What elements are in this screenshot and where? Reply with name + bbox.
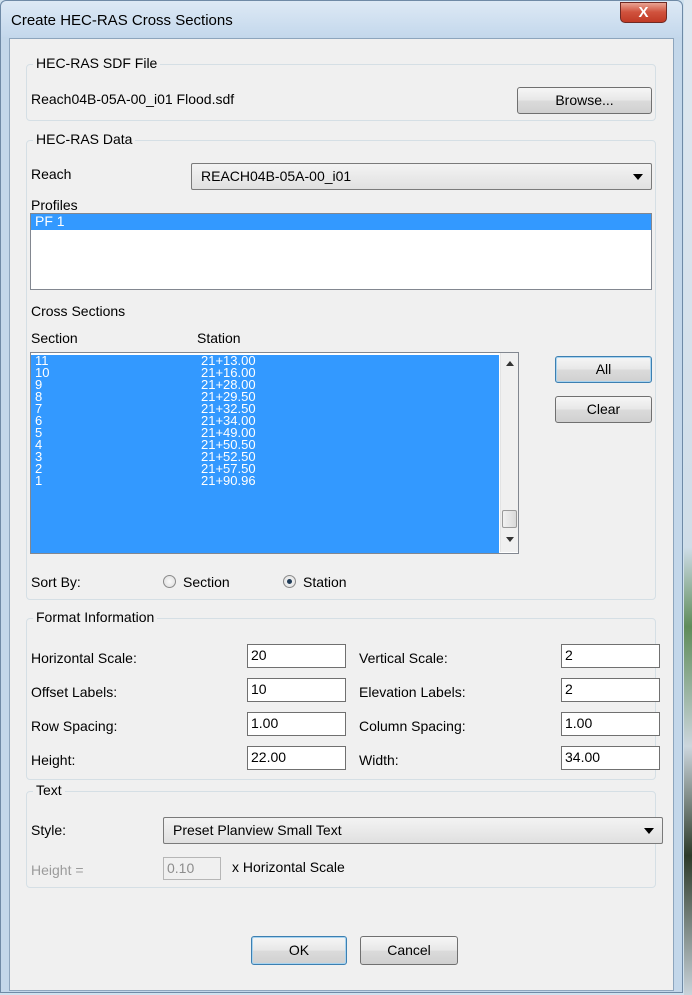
- column-header-section: Section: [31, 330, 78, 346]
- browse-button[interactable]: Browse...: [517, 87, 652, 114]
- sdf-filename: Reach04B-05A-00_i01 Flood.sdf: [31, 91, 235, 107]
- sort-section-radio[interactable]: [163, 575, 176, 588]
- select-all-button[interactable]: All: [555, 356, 652, 383]
- horizontal-scale-input[interactable]: 20: [247, 644, 346, 668]
- table-row[interactable]: 9 21+28.00: [31, 378, 499, 391]
- sort-station-radio[interactable]: [283, 575, 296, 588]
- width-input[interactable]: 34.00: [561, 746, 660, 770]
- table-row[interactable]: 3 21+52.50: [31, 450, 499, 463]
- column-spacing-input[interactable]: 1.00: [561, 712, 660, 736]
- window-title: Create HEC-RAS Cross Sections: [11, 12, 233, 29]
- table-row[interactable]: 11 21+13.00: [31, 354, 499, 367]
- offset-labels-label: Offset Labels:: [31, 684, 118, 700]
- cancel-button[interactable]: Cancel: [360, 936, 458, 965]
- height-label: Height:: [31, 752, 76, 768]
- horizontal-scale-label: Horizontal Scale:: [31, 650, 137, 666]
- row-spacing-label: Row Spacing:: [31, 718, 118, 734]
- scroll-thumb[interactable]: [502, 510, 517, 528]
- table-row[interactable]: 5 21+49.00: [31, 426, 499, 439]
- profile-name: PF 1: [35, 213, 65, 229]
- profiles-label: Profiles: [31, 197, 78, 213]
- list-selection-fill: [31, 487, 499, 553]
- width-label: Width:: [359, 752, 399, 768]
- table-row[interactable]: 6 21+34.00: [31, 414, 499, 427]
- table-row[interactable]: 4 21+50.50: [31, 438, 499, 451]
- row-spacing-input[interactable]: 1.00: [247, 712, 346, 736]
- title-bar[interactable]: Create HEC-RAS Cross Sections X: [1, 1, 682, 37]
- cross-sections-label: Cross Sections: [31, 303, 126, 319]
- table-row[interactable]: 1 21+90.96: [31, 474, 499, 487]
- table-row[interactable]: 8 21+29.50: [31, 390, 499, 403]
- sort-section-label[interactable]: Section: [183, 574, 230, 590]
- column-spacing-label: Column Spacing:: [359, 718, 466, 734]
- table-row[interactable]: 10 21+16.00: [31, 366, 499, 379]
- style-dropdown[interactable]: Preset Planview Small Text: [163, 817, 663, 844]
- reach-dropdown[interactable]: REACH04B-05A-00_i01: [191, 163, 652, 190]
- text-height-label: Height =: [31, 862, 84, 878]
- text-height-input[interactable]: 0.10: [163, 857, 221, 880]
- vertical-scale-label: Vertical Scale:: [359, 650, 448, 666]
- column-header-station: Station: [197, 330, 241, 346]
- close-button[interactable]: X: [620, 2, 667, 23]
- sort-station-label[interactable]: Station: [303, 574, 347, 590]
- vertical-scale-input[interactable]: 2: [561, 644, 660, 668]
- elevation-labels-input[interactable]: 2: [561, 678, 660, 702]
- table-row[interactable]: 7 21+32.50: [31, 402, 499, 415]
- style-label: Style:: [31, 822, 67, 838]
- cross-sections-listbox[interactable]: 11 21+13.00 10 21+16.00 9 21+28.00 8 21+29.5…: [30, 352, 519, 554]
- text-height-suffix: x Horizontal Scale: [232, 859, 345, 875]
- dialog-client-area: HEC-RAS SDF File Reach04B-05A-00_i01 Flo…: [9, 38, 674, 991]
- close-icon: X: [638, 4, 649, 21]
- scroll-up-arrow-icon[interactable]: [506, 361, 514, 366]
- sort-by-label: Sort By:: [31, 574, 81, 590]
- reach-label: Reach: [31, 166, 72, 182]
- format-information-legend: Format Information: [33, 609, 158, 625]
- clear-button[interactable]: Clear: [555, 396, 652, 423]
- table-row[interactable]: 2 21+57.50: [31, 462, 499, 475]
- desktop-background-strip: [684, 0, 692, 995]
- text-legend: Text: [33, 782, 65, 798]
- elevation-labels-label: Elevation Labels:: [359, 684, 466, 700]
- list-item[interactable]: PF 1: [31, 214, 651, 230]
- chevron-down-icon: [633, 174, 643, 180]
- dialog-window: Create HEC-RAS Cross Sections X HEC-RAS …: [0, 0, 683, 993]
- reach-value: REACH04B-05A-00_i01: [201, 168, 352, 184]
- offset-labels-input[interactable]: 10: [247, 678, 346, 702]
- hecras-data-legend: HEC-RAS Data: [33, 131, 136, 147]
- scroll-down-arrow-icon[interactable]: [506, 537, 514, 542]
- chevron-down-icon: [644, 828, 654, 834]
- height-input[interactable]: 22.00: [247, 746, 346, 770]
- ok-button[interactable]: OK: [251, 936, 347, 965]
- cross-sections-scrollbar[interactable]: [500, 353, 518, 552]
- sdf-file-legend: HEC-RAS SDF File: [33, 55, 161, 71]
- profiles-listbox[interactable]: PF 1: [30, 213, 652, 290]
- style-value: Preset Planview Small Text: [173, 822, 342, 838]
